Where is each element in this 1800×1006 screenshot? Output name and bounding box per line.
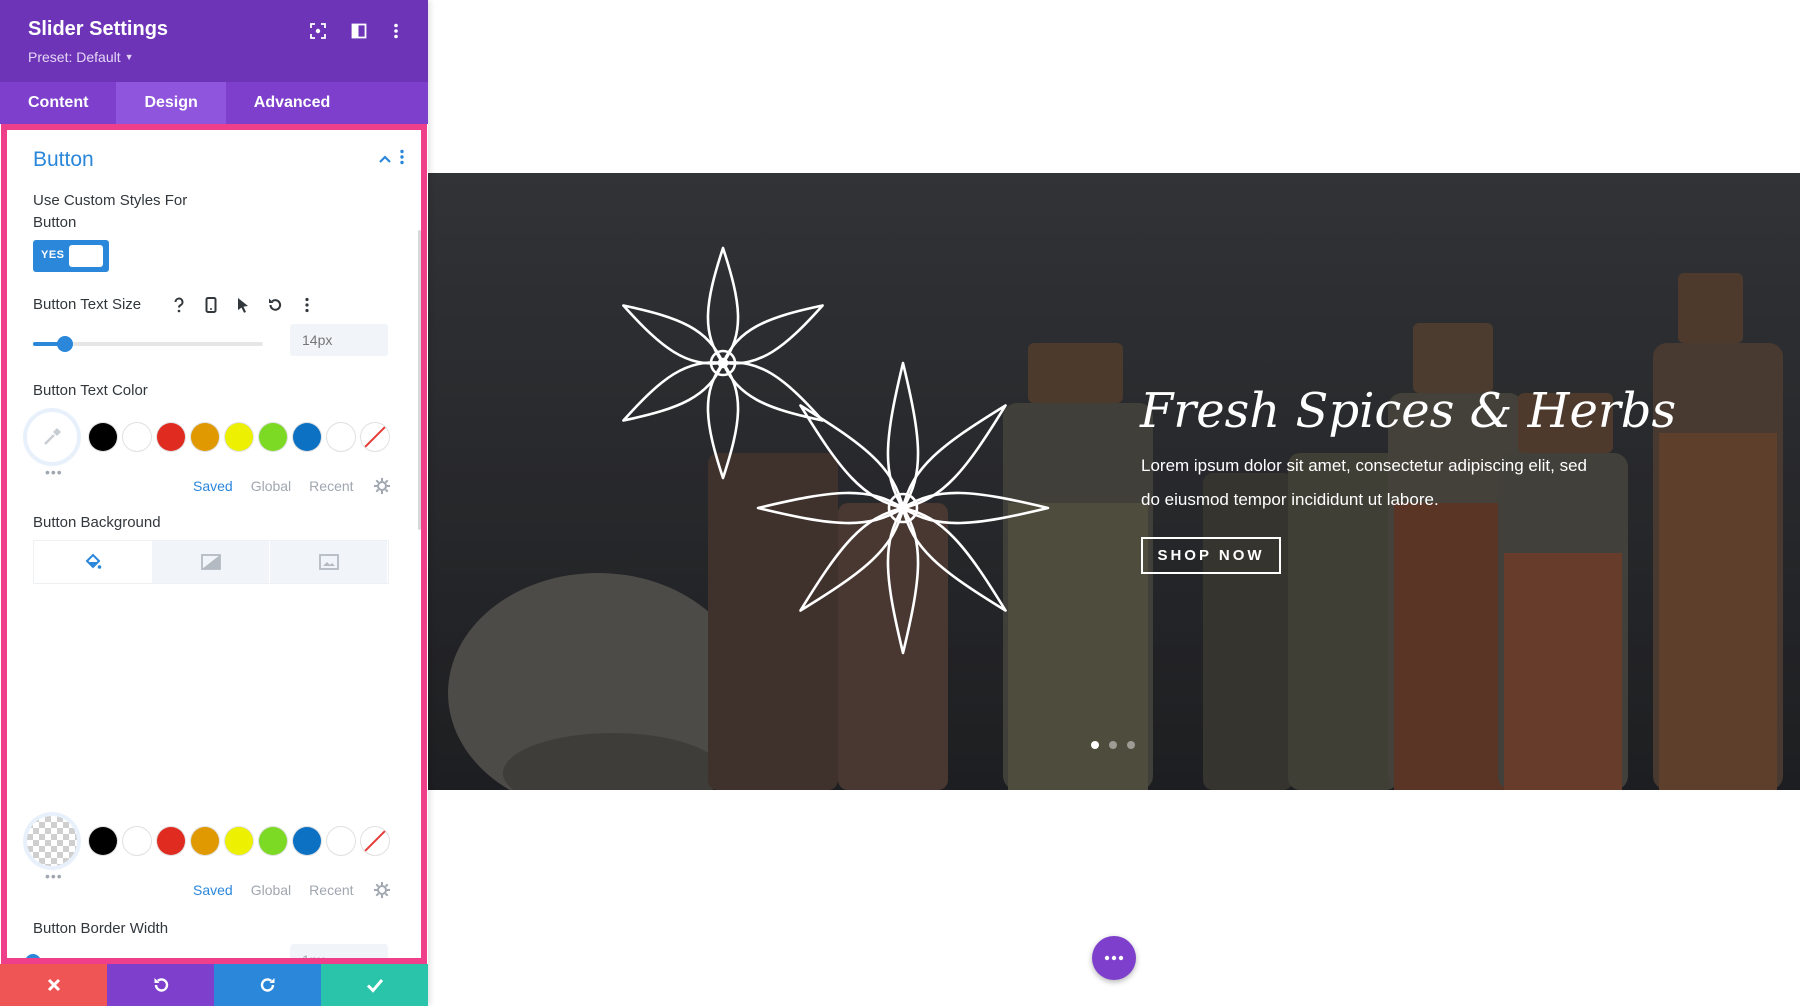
settings-panel: Slider Settings Preset: Default ▼ Content… xyxy=(0,0,428,1006)
text-size-slider[interactable] xyxy=(33,336,263,352)
tab-content[interactable]: Content xyxy=(0,82,116,124)
panel-header: Slider Settings Preset: Default ▼ xyxy=(0,0,428,82)
image-icon xyxy=(318,554,339,570)
eyedropper-picker[interactable] xyxy=(27,412,77,462)
transparent-color-picker[interactable] xyxy=(27,816,77,866)
no-color-swatch[interactable] xyxy=(361,423,389,451)
color-swatch[interactable] xyxy=(259,827,287,855)
color-swatch[interactable] xyxy=(191,423,219,451)
palette-tabs: Saved Global Recent xyxy=(193,478,390,494)
toggle-knob xyxy=(69,245,103,267)
background-color-palette: ••• Saved Global Recent xyxy=(27,816,407,898)
panel-tabs: Content Design Advanced xyxy=(0,82,428,124)
bg-tab-image[interactable] xyxy=(270,541,388,583)
cursor-icon[interactable] xyxy=(234,296,252,314)
gradient-icon xyxy=(200,554,221,570)
gear-icon[interactable] xyxy=(373,882,390,898)
paint-bucket-icon xyxy=(85,553,101,569)
border-width-input[interactable]: 1px xyxy=(290,944,388,958)
palette-tab-recent[interactable]: Recent xyxy=(309,882,353,898)
color-swatch[interactable] xyxy=(89,423,117,451)
help-icon[interactable] xyxy=(170,296,188,314)
color-swatch[interactable] xyxy=(225,827,253,855)
section-title: Button xyxy=(33,148,94,171)
custom-styles-toggle[interactable]: YES xyxy=(33,240,109,272)
panel-footer xyxy=(0,964,428,1006)
text-size-label: Button Text Size xyxy=(33,296,142,313)
palette-tab-saved[interactable]: Saved xyxy=(193,882,233,898)
color-swatch[interactable] xyxy=(123,423,151,451)
chevron-down-icon: ▼ xyxy=(124,52,134,62)
toggle-label: YES xyxy=(41,249,65,261)
color-swatch[interactable] xyxy=(191,827,219,855)
text-size-tools xyxy=(170,294,316,316)
page-canvas: Fresh Spices & Herbs Lorem ipsum dolor s… xyxy=(428,0,1800,1006)
more-icon[interactable] xyxy=(298,296,316,314)
background-label: Button Background xyxy=(33,514,161,531)
eyedropper-icon xyxy=(44,428,61,445)
slider-dot[interactable] xyxy=(1091,741,1099,749)
shop-now-button[interactable]: SHOP NOW xyxy=(1141,537,1281,574)
slider-module[interactable]: Fresh Spices & Herbs Lorem ipsum dolor s… xyxy=(428,173,1800,790)
section-more-icon[interactable] xyxy=(399,149,413,169)
redo-button[interactable] xyxy=(214,964,321,1006)
color-swatch[interactable] xyxy=(293,423,321,451)
color-swatch[interactable] xyxy=(89,827,117,855)
preset-label: Preset: Default xyxy=(28,49,121,65)
color-swatch[interactable] xyxy=(327,423,355,451)
text-size-input[interactable] xyxy=(290,324,388,356)
more-icon[interactable] xyxy=(383,18,409,44)
color-swatch[interactable] xyxy=(157,827,185,855)
color-swatch[interactable] xyxy=(293,827,321,855)
focus-icon[interactable] xyxy=(305,18,331,44)
preset-dropdown[interactable]: Preset: Default ▼ xyxy=(28,49,134,65)
palette-tab-global[interactable]: Global xyxy=(251,478,291,494)
split-view-icon[interactable] xyxy=(346,18,372,44)
undo-icon xyxy=(154,978,168,992)
redo-icon xyxy=(260,978,274,992)
slider-dot[interactable] xyxy=(1109,741,1117,749)
undo-button[interactable] xyxy=(107,964,214,1006)
bg-tab-gradient[interactable] xyxy=(152,541,270,583)
slide-title: Fresh Spices & Herbs xyxy=(1140,383,1677,439)
save-button[interactable] xyxy=(321,964,428,1006)
page-settings-button[interactable] xyxy=(1092,936,1136,980)
tab-advanced[interactable]: Advanced xyxy=(226,82,358,124)
palette-tabs: Saved Global Recent xyxy=(193,882,390,898)
background-type-tabs xyxy=(33,540,389,584)
tab-design[interactable]: Design xyxy=(116,82,226,124)
more-colors-icon[interactable]: ••• xyxy=(45,464,63,480)
palette-tab-saved[interactable]: Saved xyxy=(193,478,233,494)
button-settings-group: Button Use Custom Styles For Button YES … xyxy=(1,124,427,964)
mobile-icon[interactable] xyxy=(202,296,220,314)
text-color-label: Button Text Color xyxy=(33,382,148,399)
cancel-button[interactable] xyxy=(0,964,107,1006)
bg-tab-color[interactable] xyxy=(34,541,152,583)
gear-icon[interactable] xyxy=(373,478,390,494)
slider-handle[interactable] xyxy=(57,336,74,352)
more-colors-icon[interactable]: ••• xyxy=(45,868,63,884)
slide-description: Lorem ipsum dolor sit amet, consectetur … xyxy=(1141,456,1587,509)
color-swatch[interactable] xyxy=(123,827,151,855)
color-swatch[interactable] xyxy=(157,423,185,451)
color-swatch[interactable] xyxy=(225,423,253,451)
border-width-handle[interactable] xyxy=(25,954,41,958)
more-icon xyxy=(1104,955,1124,961)
palette-tab-global[interactable]: Global xyxy=(251,882,291,898)
border-width-label: Button Border Width xyxy=(33,920,169,937)
check-icon xyxy=(366,979,383,993)
no-color-swatch[interactable] xyxy=(361,827,389,855)
chevron-up-icon[interactable] xyxy=(375,149,395,169)
color-swatch[interactable] xyxy=(259,423,287,451)
text-color-palette: ••• Saved Global Recent xyxy=(27,412,407,494)
color-swatch[interactable] xyxy=(327,827,355,855)
slider-dot[interactable] xyxy=(1127,741,1135,749)
panel-title: Slider Settings xyxy=(28,18,169,40)
custom-styles-label: Use Custom Styles For Button xyxy=(33,192,188,231)
close-icon xyxy=(47,978,60,992)
reset-icon[interactable] xyxy=(266,296,284,314)
palette-tab-recent[interactable]: Recent xyxy=(309,478,353,494)
scrollbar[interactable] xyxy=(418,230,421,530)
